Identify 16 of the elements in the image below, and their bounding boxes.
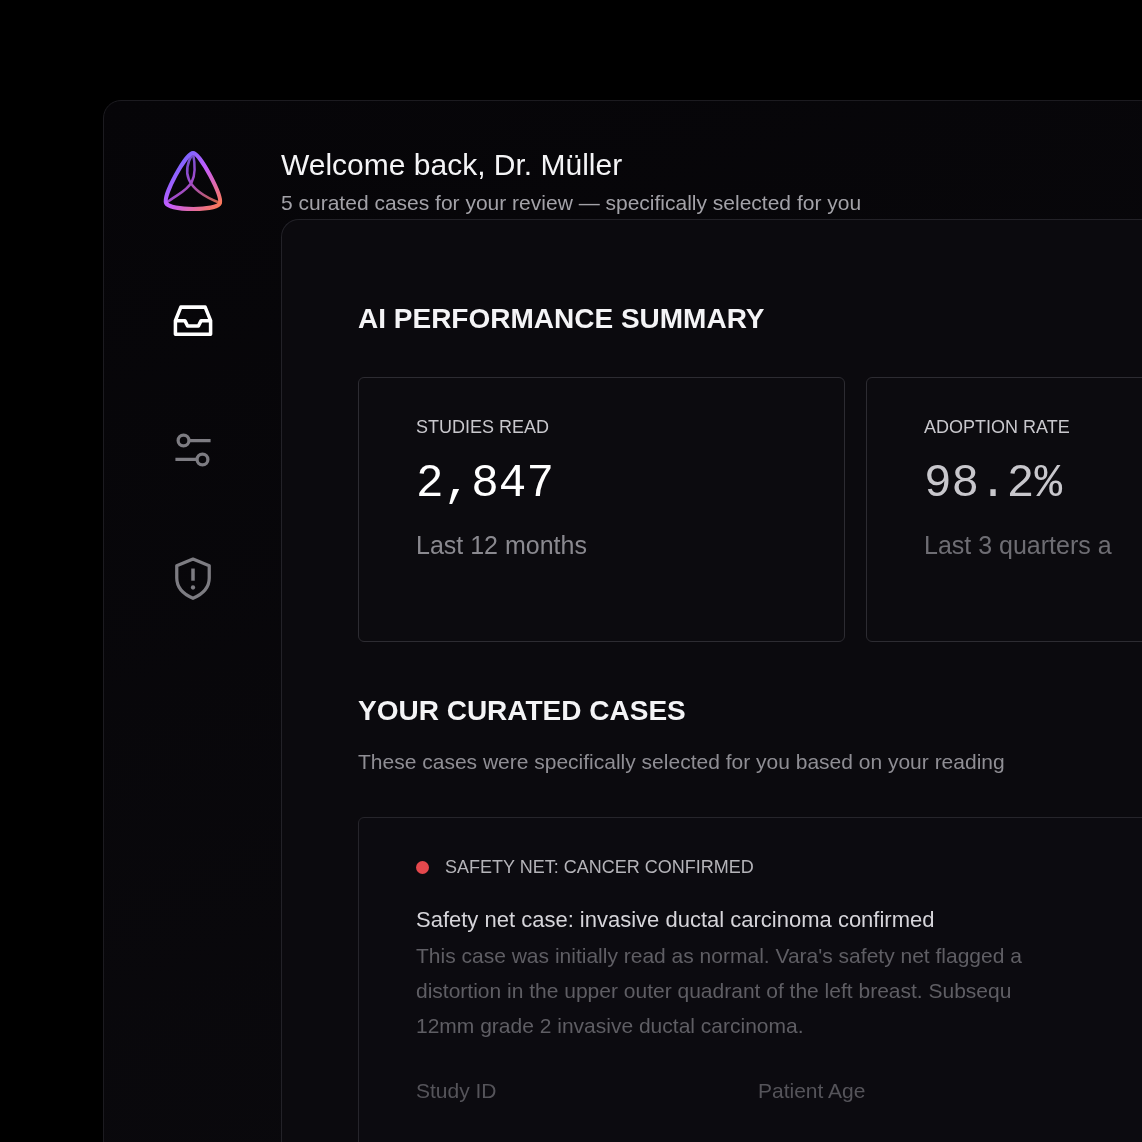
welcome-title: Welcome back, Dr. Müller bbox=[281, 147, 624, 183]
case-tag: SAFETY NET: CANCER CONFIRMED bbox=[445, 854, 754, 882]
case-description: This case was initially read as normal. Vara's safety net flagged a distortion in the upper outer quadrant of the left breast. Subsequ 12mm grade 2 invasive ductal carcinoma. bbox=[416, 943, 1023, 1040]
field-label: Patient Age bbox=[758, 1079, 867, 1104]
stat-value: 2,847 bbox=[416, 459, 556, 510]
stat-value: 98.2% bbox=[924, 459, 1064, 510]
stat-caption: Last 3 quarters a bbox=[924, 530, 1113, 562]
stat-caption: Last 12 months bbox=[416, 530, 588, 562]
section-title: AI PERFORMANCE SUMMARY bbox=[358, 301, 766, 336]
welcome-subtitle: 5 curated cases for your review — specifically selected for you bbox=[281, 190, 863, 216]
case-title: Safety net case: invasive ductal carcinoma confirmed bbox=[416, 906, 936, 935]
section-description: These cases were specifically selected for you based on your reading bbox=[358, 748, 1006, 775]
section-title: YOUR CURATED CASES bbox=[358, 694, 687, 728]
stat-label: ADOPTION RATE bbox=[924, 416, 1071, 440]
stat-label: STUDIES READ bbox=[416, 416, 551, 440]
field-label: Study ID bbox=[416, 1079, 498, 1104]
